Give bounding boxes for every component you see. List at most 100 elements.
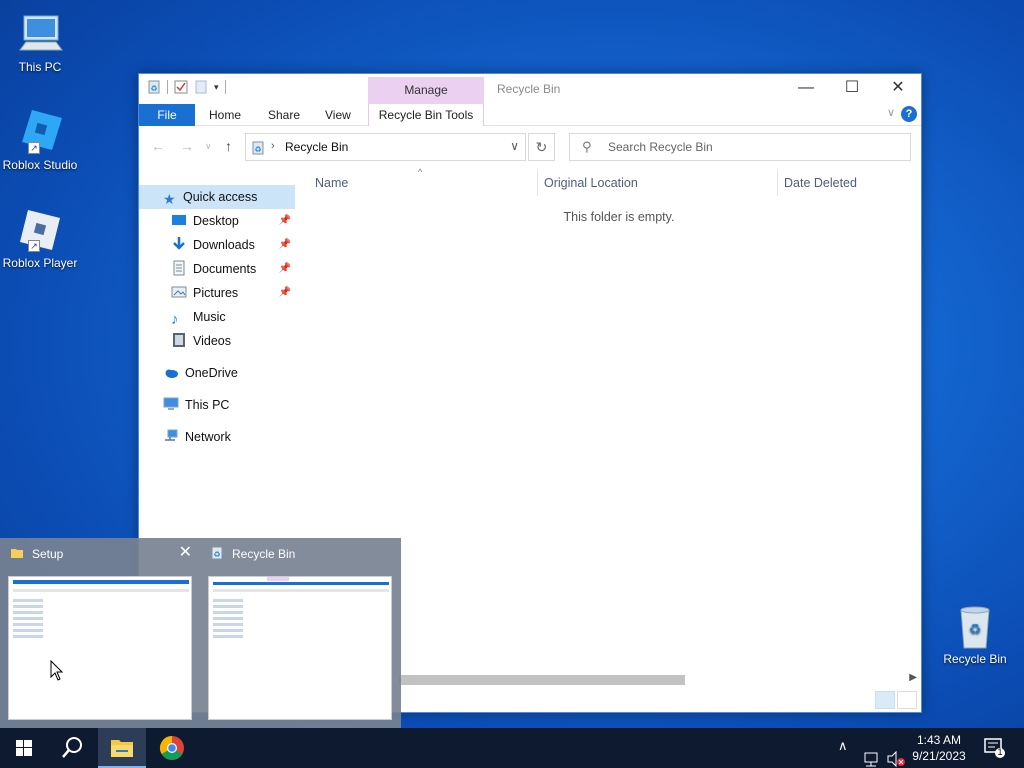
- nav-item-downloads[interactable]: Downloads 📌: [139, 233, 295, 257]
- search-input[interactable]: [608, 139, 898, 155]
- refresh-button[interactable]: ↻: [528, 133, 555, 161]
- expand-ribbon-icon[interactable]: ∨: [887, 106, 895, 119]
- svg-text:♻: ♻: [254, 145, 261, 154]
- tab-view[interactable]: View: [325, 104, 351, 126]
- scroll-right-icon[interactable]: ▶: [909, 672, 917, 683]
- pin-icon[interactable]: 📌: [279, 209, 291, 233]
- svg-text:♻: ♻: [969, 621, 982, 637]
- close-icon[interactable]: ✕: [179, 542, 192, 562]
- download-icon: [173, 237, 185, 250]
- system-clock[interactable]: 1:43 AM 9/21/2023: [906, 732, 972, 764]
- column-header-date-deleted[interactable]: Date Deleted: [784, 170, 857, 196]
- show-hidden-icons-chevron-icon[interactable]: ∧: [838, 738, 848, 768]
- folder-icon: [11, 549, 23, 558]
- nav-item-network[interactable]: Network: [139, 425, 295, 449]
- title-bar[interactable]: ♻ ▾ Manage Recycle Bin — ☐ ✕: [139, 74, 921, 104]
- desktop-icon-roblox-player[interactable]: ↗ Roblox Player: [0, 206, 80, 270]
- forward-arrow-icon[interactable]: →: [180, 138, 194, 154]
- nav-item-onedrive[interactable]: OneDrive: [139, 361, 295, 385]
- close-button[interactable]: ✕: [875, 74, 921, 104]
- roblox-studio-icon: [22, 110, 62, 150]
- mouse-cursor-icon: [50, 660, 64, 681]
- volume-muted-icon[interactable]: [886, 739, 906, 768]
- preview-recycle-bin[interactable]: ♻ Recycle Bin: [200, 538, 400, 728]
- desktop-icon-roblox-studio[interactable]: ↗ Roblox Studio: [0, 108, 80, 172]
- pin-icon[interactable]: 📌: [279, 233, 291, 257]
- action-center-button[interactable]: 1: [984, 738, 1006, 768]
- svg-text:♻: ♻: [150, 84, 157, 93]
- address-row: ← → ∨ ↑ ♻ › Recycle Bin ∨ ↻ ⚲: [139, 132, 921, 162]
- search-box[interactable]: ⚲: [569, 133, 911, 161]
- start-button[interactable]: [0, 728, 48, 768]
- column-header-name[interactable]: Name: [315, 170, 348, 196]
- document-icon: [173, 260, 185, 276]
- network-icon: [165, 429, 178, 441]
- preview-setup[interactable]: Setup ✕: [0, 538, 200, 728]
- tab-home[interactable]: Home: [209, 104, 241, 126]
- quick-access-toolbar: ♻ ▾: [147, 80, 226, 94]
- taskbar: ∧ 1:43 AM 9/21/2023 1: [0, 728, 1024, 768]
- search-button[interactable]: [48, 728, 96, 768]
- ribbon-tabs: File Home Share View Recycle Bin Tools ∨…: [139, 104, 921, 126]
- file-explorer-icon: [111, 740, 133, 757]
- desktop-icon-this-pc[interactable]: This PC: [0, 10, 80, 74]
- nav-label: This PC: [185, 398, 230, 412]
- tab-share[interactable]: Share: [268, 104, 300, 126]
- column-divider[interactable]: [777, 170, 778, 196]
- pictures-icon: [171, 286, 187, 298]
- recycle-bin-icon: ♻: [960, 606, 990, 649]
- up-arrow-icon[interactable]: ↑: [225, 138, 232, 154]
- back-arrow-icon[interactable]: ←: [151, 138, 165, 154]
- new-folder-icon[interactable]: [194, 80, 208, 94]
- clock-time: 1:43 AM: [916, 733, 962, 747]
- nav-item-music[interactable]: ♪ Music: [139, 305, 295, 329]
- column-divider[interactable]: [537, 170, 538, 196]
- desktop-icon-label: Roblox Studio: [2, 158, 78, 172]
- scrollbar-thumb[interactable]: [399, 675, 685, 685]
- recycle-bin-small-icon: ♻: [211, 546, 223, 560]
- nav-item-quick-access[interactable]: ★ Quick access: [139, 185, 295, 209]
- nav-label: OneDrive: [185, 366, 238, 380]
- roblox-player-icon: [20, 210, 60, 250]
- taskbar-thumbnail-preview: Setup ✕ ♻ Recycle Bin: [0, 538, 401, 728]
- sort-ascending-icon: ^: [418, 167, 423, 177]
- video-icon: [173, 333, 185, 347]
- customize-toolbar-icon[interactable]: ▾: [214, 82, 219, 93]
- desktop-icon-recycle-bin[interactable]: ♻ Recycle Bin: [935, 602, 1015, 666]
- svg-text:♻: ♻: [213, 550, 220, 559]
- preview-title: Recycle Bin: [232, 547, 296, 561]
- nav-item-documents[interactable]: Documents 📌: [139, 257, 295, 281]
- taskbar-file-explorer[interactable]: [98, 728, 146, 768]
- pin-icon[interactable]: 📌: [279, 281, 291, 305]
- tab-file[interactable]: File: [139, 104, 195, 126]
- taskbar-chrome[interactable]: [148, 728, 196, 768]
- computer-icon: [163, 397, 179, 410]
- minimize-button[interactable]: —: [783, 74, 829, 104]
- star-icon: ★: [163, 191, 176, 207]
- address-bar[interactable]: ♻ › Recycle Bin ∨: [245, 133, 526, 161]
- address-dropdown-icon[interactable]: ∨: [510, 139, 519, 153]
- breadcrumb-chevron-icon[interactable]: ›: [271, 140, 275, 152]
- recent-locations-icon[interactable]: ∨: [205, 141, 212, 152]
- nav-item-pictures[interactable]: Pictures 📌: [139, 281, 295, 305]
- breadcrumb-recycle-bin[interactable]: Recycle Bin: [285, 140, 348, 154]
- properties-icon[interactable]: [174, 80, 188, 94]
- shortcut-arrow-icon: ↗: [28, 240, 40, 252]
- tab-recycle-bin-tools[interactable]: Recycle Bin Tools: [368, 104, 484, 126]
- search-icon: [62, 737, 82, 758]
- large-icons-view-icon[interactable]: [897, 691, 917, 709]
- nav-label: Quick access: [183, 190, 258, 204]
- nav-item-desktop[interactable]: Desktop 📌: [139, 209, 295, 233]
- help-icon[interactable]: ?: [901, 106, 917, 122]
- nav-item-this-pc[interactable]: This PC: [139, 393, 295, 417]
- network-status-icon[interactable]: [862, 740, 880, 768]
- nav-item-videos[interactable]: Videos: [139, 329, 295, 353]
- desktop-icon: [172, 215, 186, 225]
- details-view-icon[interactable]: [875, 691, 895, 709]
- maximize-button[interactable]: ☐: [829, 74, 875, 104]
- pin-icon[interactable]: 📌: [279, 257, 291, 281]
- nav-label: Music: [193, 310, 226, 324]
- desktop-icon-label: This PC: [18, 60, 62, 74]
- nav-label: Network: [185, 430, 231, 444]
- column-header-original-location[interactable]: Original Location: [544, 170, 638, 196]
